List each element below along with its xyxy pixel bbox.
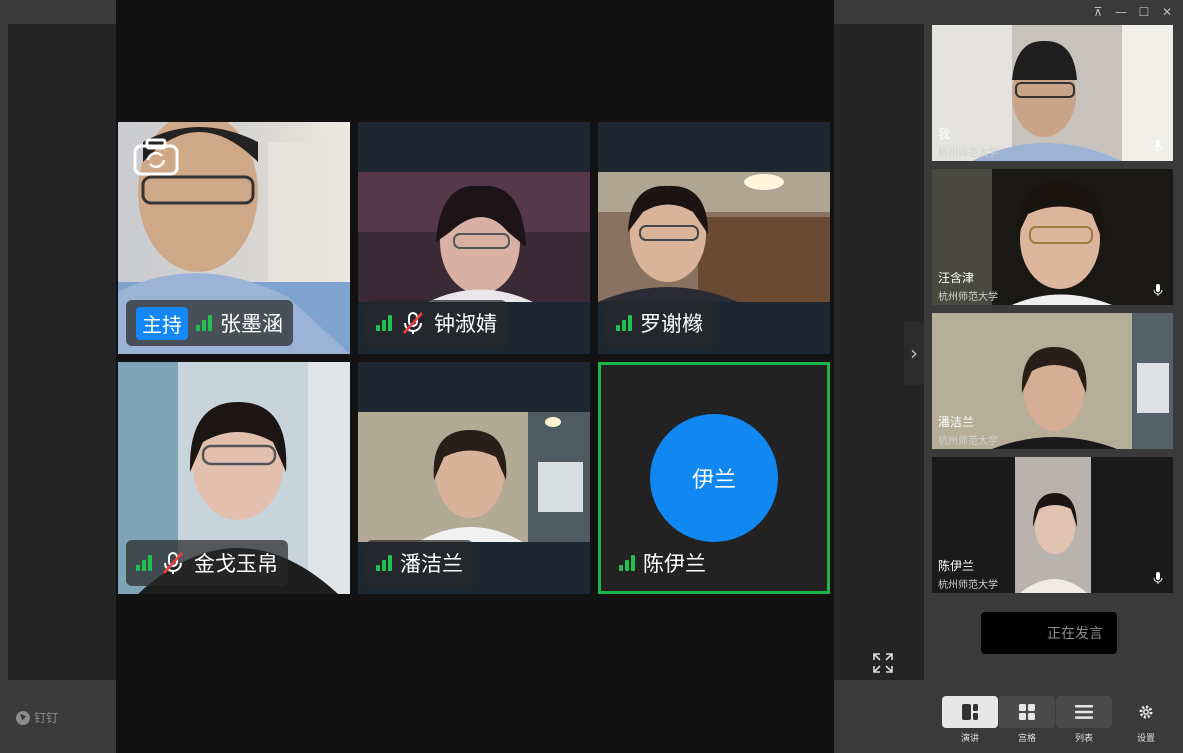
participant-thumbnail[interactable]: 我 杭州师范大学 [932,25,1173,161]
thumbnail-name: 陈伊兰 [938,559,975,573]
toolbar-label: 演讲 [960,734,979,744]
settings-button[interactable]: 设置 [1118,696,1174,746]
gear-icon [1139,705,1153,719]
mic-muted-icon [400,310,426,336]
participant-label: 金戈玉帛 [126,540,288,586]
signal-strength-icon [376,315,392,331]
toolbar-label: 宫格 [1017,734,1036,744]
video-tile[interactable]: 钟淑婧 [358,122,590,354]
signal-strength-icon [136,555,152,571]
participant-name: 陈伊兰 [643,552,706,576]
video-tile-active-speaker[interactable]: 伊兰 陈伊兰 [598,362,830,594]
video-tile[interactable]: 潘洁兰 [358,362,590,594]
participant-label: 罗谢橼 [606,300,713,346]
list-layout-icon [1075,705,1093,719]
thumbnail-name: 我 [938,127,951,141]
signal-strength-icon [616,315,632,331]
video-grid-stage: 主持 张墨涵 钟淑婧 罗谢橼 金戈玉帛 潘洁兰 伊兰 陈伊兰 [116,0,834,753]
participant-name: 金戈玉帛 [194,552,278,576]
video-tile-host[interactable]: 主持 张墨涵 [118,122,350,354]
thumbnail-name: 潘洁兰 [938,415,975,429]
thumbnail-org: 杭州师范大学 [938,292,998,303]
video-feed [598,172,830,302]
thumbnail-org: 杭州师范大学 [938,580,998,591]
grid-layout-icon [1019,704,1035,720]
toolbar-label: 列表 [1074,734,1093,744]
speaking-label: 正在发言 [1047,626,1103,642]
participant-thumbnail[interactable]: 汪含津 杭州师范大学 [932,169,1173,305]
mic-icon [1153,140,1163,152]
avatar: 伊兰 [650,414,778,542]
maximize-button[interactable]: ☐ [1134,3,1154,21]
participant-thumbnail[interactable]: 陈伊兰 杭州师范大学 [932,457,1173,593]
participant-name: 张墨涵 [220,312,283,336]
participant-label: 主持 张墨涵 [126,300,293,346]
participant-name: 钟淑婧 [434,312,497,336]
dingtalk-brand: 钉钉 [16,709,58,726]
video-feed [932,25,1173,161]
participant-label: 陈伊兰 [609,540,716,586]
speaking-indicator: 正在发言 [981,612,1117,654]
speaker-layout-button[interactable]: 演讲 [942,696,998,746]
brand-label: 钉钉 [34,711,59,725]
video-tile[interactable]: 罗谢橼 [598,122,830,354]
participant-label: 潘洁兰 [366,540,473,586]
signal-strength-icon [196,315,212,331]
thumbnail-name: 汪含津 [938,271,975,285]
video-feed [358,172,590,302]
dingtalk-logo-icon [16,710,30,725]
mic-icon [1153,284,1163,296]
expand-sidebar-chevron-icon[interactable]: › [904,321,924,385]
participant-name: 潘洁兰 [400,552,463,576]
list-layout-button[interactable]: 列表 [1056,696,1112,746]
camera-switch-icon[interactable] [132,136,180,178]
participant-label: 钟淑婧 [366,300,507,346]
signal-strength-icon [619,555,635,571]
signal-strength-icon [376,555,392,571]
thumbnail-org: 杭州师范大学 [938,436,998,447]
pin-icon[interactable]: ⊼ [1088,3,1108,21]
participant-name: 罗谢橼 [640,312,703,336]
thumbnail-org: 杭州师范大学 [938,148,998,159]
participant-thumbnail[interactable]: 潘洁兰 杭州师范大学 [932,313,1173,449]
toolbar-label: 设置 [1136,734,1155,744]
close-button[interactable]: ✕ [1157,3,1177,21]
video-feed [1015,457,1091,593]
mic-icon [1153,572,1163,584]
mic-muted-icon [160,550,186,576]
fullscreen-icon[interactable] [872,652,894,674]
minimize-button[interactable]: — [1111,3,1131,21]
video-tile[interactable]: 金戈玉帛 [118,362,350,594]
grid-layout-button[interactable]: 宫格 [999,696,1055,746]
speaker-layout-icon [962,704,978,720]
video-feed [358,412,590,542]
avatar-initials: 伊兰 [691,468,736,493]
host-badge: 主持 [136,306,188,340]
